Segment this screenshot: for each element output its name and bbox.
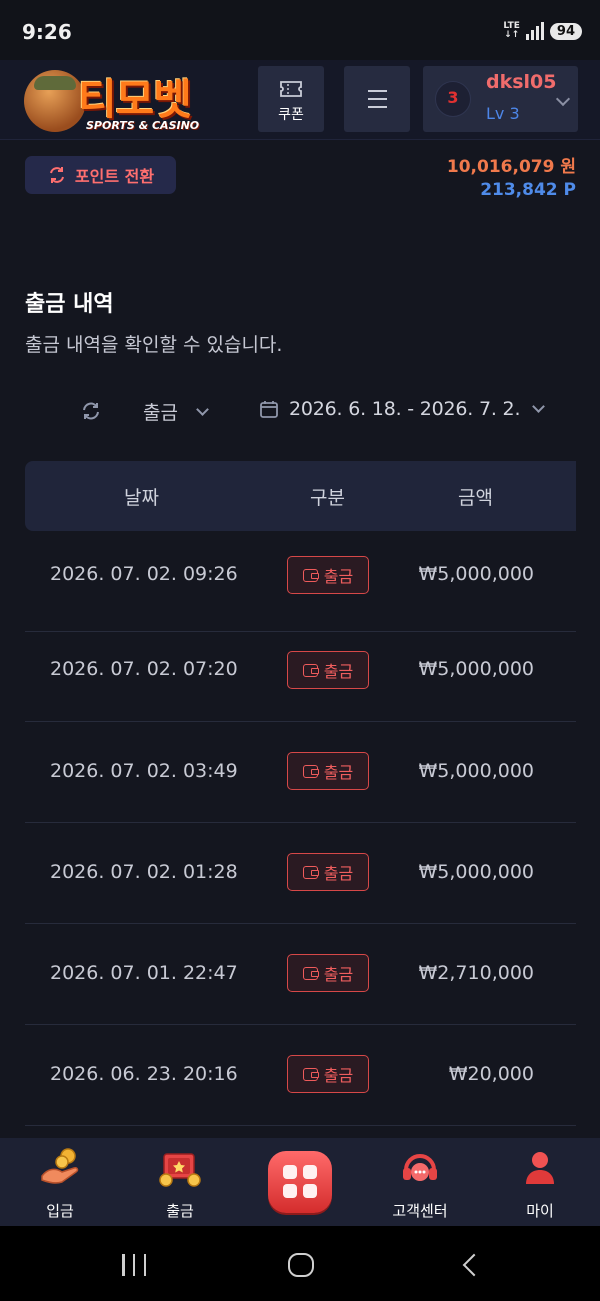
table-header: 날짜 구분 금액	[25, 461, 576, 531]
wallet-icon	[302, 865, 319, 879]
signal-icon	[525, 22, 544, 40]
site-logo[interactable]: 티모벳 SPORTS & CASINO	[20, 64, 230, 138]
refresh-icon[interactable]	[80, 400, 102, 422]
logo-text: 티모벳	[78, 75, 192, 124]
table-row: 2026. 07. 02. 03:49 출금 ₩5,000,000	[25, 722, 576, 823]
column-header-type: 구분	[310, 487, 345, 509]
exchange-icon	[49, 167, 64, 183]
chevron-down-icon	[196, 402, 209, 416]
page-description: 출금 내역을 확인할 수 있습니다.	[25, 334, 283, 356]
type-badge: 출금	[287, 954, 369, 992]
ticket-icon	[280, 81, 302, 97]
user-icon	[526, 1152, 554, 1184]
cash-balance: 10,016,079 원	[446, 157, 576, 177]
row-date: 2026. 07. 01. 22:47	[50, 962, 238, 984]
column-header-amount: 금액	[458, 487, 493, 509]
table-row: 2026. 07. 02. 07:20 출금 ₩5,000,000	[25, 621, 576, 722]
date-range-value: 2026. 6. 18. - 2026. 7. 2.	[289, 398, 521, 420]
row-amount: ₩2,710,000	[418, 962, 534, 984]
row-date: 2026. 07. 02. 03:49	[50, 760, 238, 782]
row-amount: ₩5,000,000	[418, 760, 534, 782]
type-badge: 출금	[287, 651, 369, 689]
row-date: 2026. 07. 02. 01:28	[50, 861, 238, 883]
nav-withdraw[interactable]: 출금	[120, 1138, 240, 1226]
table-row: 2026. 07. 02. 09:26 출금 ₩5,000,000	[25, 531, 576, 632]
type-filter-value: 출금	[143, 402, 178, 424]
nav-support-label: 고객센터	[392, 1202, 448, 1220]
page-title: 출금 내역	[25, 292, 114, 317]
row-amount: ₩20,000	[448, 1063, 534, 1085]
network-indicator: LTE ↓↑	[503, 21, 520, 40]
logo-subtitle: SPORTS & CASINO	[86, 119, 200, 132]
type-badge: 출금	[287, 1055, 369, 1093]
user-level: Lv 3	[486, 104, 520, 123]
status-bar: 9:26 LTE ↓↑ 94	[0, 0, 600, 60]
nav-support[interactable]: 고객센터	[360, 1138, 480, 1226]
coupon-label: 쿠폰	[278, 107, 304, 123]
row-date: 2026. 07. 02. 07:20	[50, 658, 238, 680]
nav-my-label: 마이	[526, 1202, 554, 1220]
username: dksl05	[486, 71, 557, 93]
home-icon[interactable]	[288, 1253, 314, 1277]
type-badge: 출금	[287, 752, 369, 790]
level-avatar: 3	[435, 81, 471, 117]
wallet-icon	[302, 568, 319, 582]
balance-panel: 10,016,079 원 213,842 P	[447, 152, 576, 200]
coupon-button[interactable]: 쿠폰	[258, 66, 324, 132]
row-amount: ₩5,000,000	[418, 563, 534, 585]
user-profile-button[interactable]: 3 dksl05 Lv 3	[423, 66, 578, 132]
wallet-icon	[302, 1067, 319, 1081]
nav-my[interactable]: 마이	[480, 1138, 600, 1226]
bottom-navigation: 입금 출금 고객센터 마이	[0, 1138, 600, 1226]
nav-deposit[interactable]: 입금	[0, 1138, 120, 1226]
wallet-icon	[302, 663, 319, 677]
wallet-icon	[302, 764, 319, 778]
status-indicators: LTE ↓↑ 94	[503, 22, 582, 40]
nav-withdraw-label: 출금	[166, 1202, 194, 1220]
type-filter-select[interactable]: 출금	[143, 398, 209, 425]
grid-icon	[283, 1184, 297, 1198]
calendar-icon	[260, 401, 278, 418]
table-row: 2026. 07. 01. 22:47 출금 ₩2,710,000	[25, 924, 576, 1025]
nav-deposit-label: 입금	[46, 1202, 74, 1220]
mascot-icon	[24, 70, 86, 132]
row-date: 2026. 07. 02. 09:26	[50, 563, 238, 585]
withdraw-icon	[159, 1153, 201, 1187]
date-range-select[interactable]: 2026. 6. 18. - 2026. 7. 2.	[259, 398, 546, 420]
back-icon[interactable]	[462, 1253, 486, 1277]
grid-icon	[303, 1165, 317, 1179]
row-amount: ₩5,000,000	[418, 861, 534, 883]
grid-icon	[303, 1184, 317, 1198]
headset-icon	[403, 1154, 437, 1181]
grid-icon	[283, 1165, 297, 1179]
app-header: 티모벳 SPORTS & CASINO 쿠폰 3 dksl05 Lv 3	[0, 60, 600, 140]
nav-home-button[interactable]	[268, 1151, 332, 1213]
battery-indicator: 94	[549, 22, 582, 40]
system-navigation-bar	[0, 1226, 600, 1301]
row-amount: ₩5,000,000	[418, 658, 534, 680]
deposit-icon	[41, 1148, 79, 1184]
point-balance: 213,842 P	[480, 180, 576, 200]
point-convert-button[interactable]: 포인트 전환	[25, 156, 176, 194]
status-time: 9:26	[22, 20, 72, 44]
type-badge: 출금	[287, 853, 369, 891]
menu-button[interactable]	[344, 66, 410, 132]
table-row: 2026. 07. 02. 01:28 출금 ₩5,000,000	[25, 823, 576, 924]
wallet-icon	[302, 966, 319, 980]
recent-apps-icon[interactable]	[122, 1254, 146, 1276]
hamburger-icon	[368, 90, 387, 108]
chevron-down-icon	[532, 400, 546, 413]
table-row: 2026. 06. 23. 20:16 출금 ₩20,000	[25, 1025, 576, 1126]
type-badge: 출금	[287, 556, 369, 594]
row-date: 2026. 06. 23. 20:16	[50, 1063, 238, 1085]
point-convert-label: 포인트 전환	[74, 167, 155, 186]
chevron-down-icon	[555, 91, 571, 107]
column-header-date: 날짜	[124, 487, 159, 509]
